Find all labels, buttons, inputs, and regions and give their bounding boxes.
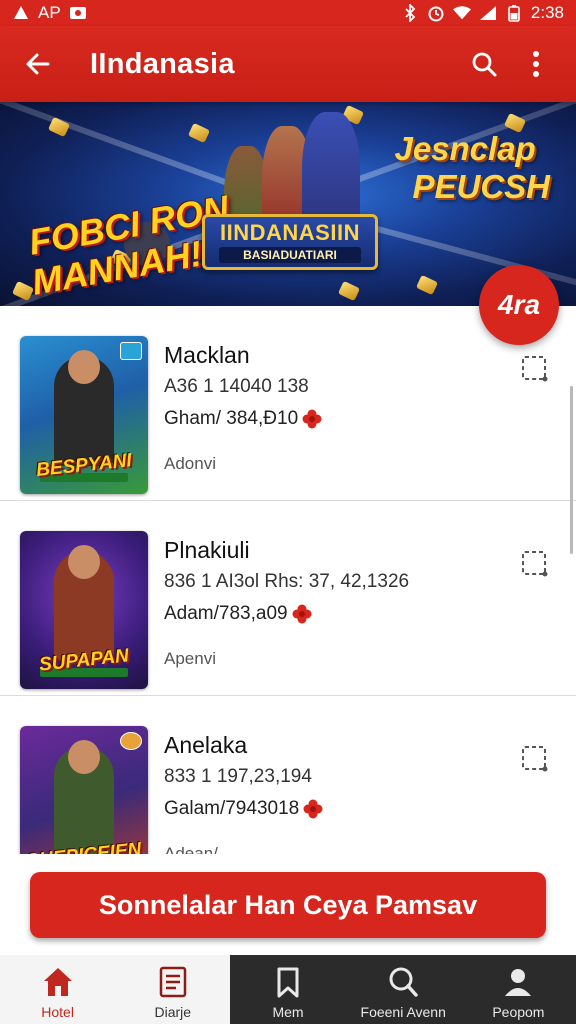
game-name: Macklan — [164, 342, 250, 368]
bookmark-icon — [277, 967, 299, 998]
status-left: AP — [12, 3, 87, 23]
document-icon — [159, 966, 187, 998]
game-thumbnail: SUPAPAN — [20, 531, 148, 689]
game-list: BESPYANI Macklan A36 1 14040 138 Gham/ 3… — [0, 306, 576, 854]
list-item[interactable]: SHEPICEIEN Anelaka 833 1 197,23,194 Gala… — [0, 696, 576, 854]
notification-icon — [69, 4, 87, 22]
nav-item-mem[interactable]: Mem — [230, 955, 346, 1024]
game-author: Adonvi — [164, 454, 216, 473]
floating-action-button[interactable]: 4ra — [479, 265, 559, 345]
game-stats-text: Galam/7943018 — [164, 798, 300, 819]
battery-icon — [505, 4, 523, 22]
banner-right-line2: PEUCSH — [412, 168, 550, 205]
character-head — [68, 350, 100, 384]
search-button[interactable] — [462, 42, 506, 86]
scrollbar[interactable] — [570, 386, 573, 554]
game-meta: 836 1 AI3ol Rhs: 37, 42,1326 — [164, 571, 410, 592]
bottom-navigation: Hotel Diarje Mem Foeeni Avenn Peopom — [0, 955, 576, 1024]
game-thumbnail: BESPYANI — [20, 336, 148, 494]
status-time: 2:38 — [530, 3, 564, 22]
expand-icon[interactable] — [520, 744, 550, 774]
game-stats-text: Gham/ 384,Ð10 — [164, 408, 299, 429]
nav-label: Peopom — [492, 1004, 545, 1020]
more-vert-icon — [533, 51, 539, 77]
primary-cta-button[interactable]: Sonnelalar Han Ceya Pamsav — [30, 872, 546, 938]
app-bar: IIndanasia — [0, 26, 576, 102]
game-stats: Adam/783,a09 — [164, 603, 312, 625]
game-meta: 833 1 197,23,194 — [164, 766, 312, 787]
nav-item-peopom[interactable]: Peopom — [460, 955, 576, 1024]
back-button[interactable] — [18, 44, 58, 84]
expand-icon[interactable] — [520, 354, 550, 384]
home-icon — [43, 968, 72, 996]
alarm-icon — [427, 4, 445, 22]
banner-logo-title: IINDANASIIN — [220, 220, 360, 245]
page-title: IIndanasia — [90, 47, 235, 80]
game-meta: A36 1 14040 138 — [164, 376, 309, 397]
badge-icon — [120, 342, 142, 360]
flower-icon — [302, 409, 322, 429]
nav-label: Hotel — [41, 1004, 74, 1020]
status-bar: AP 2:38 — [0, 0, 576, 26]
list-item[interactable]: BESPYANI Macklan A36 1 14040 138 Gham/ 3… — [0, 306, 576, 501]
game-name: Plnakiuli — [164, 537, 250, 563]
nav-label: Foeeni Avenn — [360, 1004, 446, 1020]
signal-icon — [479, 4, 497, 22]
character-head — [68, 740, 100, 774]
banner-right-headline: Jesnclap PEUCSH — [394, 130, 550, 206]
bluetooth-icon — [401, 4, 419, 22]
game-thumbnail: SHEPICEIEN — [20, 726, 148, 854]
character-head — [68, 545, 100, 579]
game-author: Adean/ — [164, 844, 218, 854]
game-name: Anelaka — [164, 732, 248, 758]
banner-logo: IINDANASIIN BASIADUATIARI — [202, 214, 378, 270]
person-icon — [505, 969, 532, 996]
coin-icon — [187, 122, 211, 144]
game-stats: Galam/7943018 — [164, 798, 323, 820]
status-right: 2:38 — [401, 3, 564, 23]
nav-label: Mem — [272, 1004, 304, 1020]
game-author: Apenvi — [164, 649, 216, 668]
overflow-menu-button[interactable] — [514, 42, 558, 86]
coin-icon — [337, 280, 361, 302]
search-icon — [472, 52, 497, 77]
badge-icon — [120, 732, 142, 750]
coin-icon — [415, 274, 439, 296]
list-item[interactable]: SUPAPAN Plnakiuli 836 1 AI3ol Rhs: 37, 4… — [0, 501, 576, 696]
nav-item-diarje[interactable]: Diarje — [115, 955, 231, 1024]
nav-label: Diarje — [154, 1004, 192, 1020]
search-icon — [389, 967, 418, 997]
flower-icon — [303, 799, 323, 819]
nav-item-foeeni-avenn[interactable]: Foeeni Avenn — [345, 955, 461, 1024]
coin-icon — [47, 116, 71, 138]
nav-item-hotel[interactable]: Hotel — [0, 955, 116, 1024]
game-stats-text: Adam/783,a09 — [164, 603, 288, 624]
arrow-back-icon — [26, 53, 50, 75]
game-stats: Gham/ 384,Ð10 — [164, 408, 322, 430]
flower-icon — [292, 604, 312, 624]
expand-icon[interactable] — [520, 549, 550, 579]
wifi-icon — [452, 4, 471, 22]
banner-right-line1: Jesnclap — [394, 130, 536, 167]
promo-banner[interactable]: FOBCI RON MANNAH! Jesnclap PEUCSH IINDAN… — [0, 102, 576, 306]
banner-logo-subtitle: BASIADUATIARI — [219, 247, 361, 263]
warning-icon — [12, 4, 30, 22]
status-carrier: AP — [38, 3, 61, 22]
